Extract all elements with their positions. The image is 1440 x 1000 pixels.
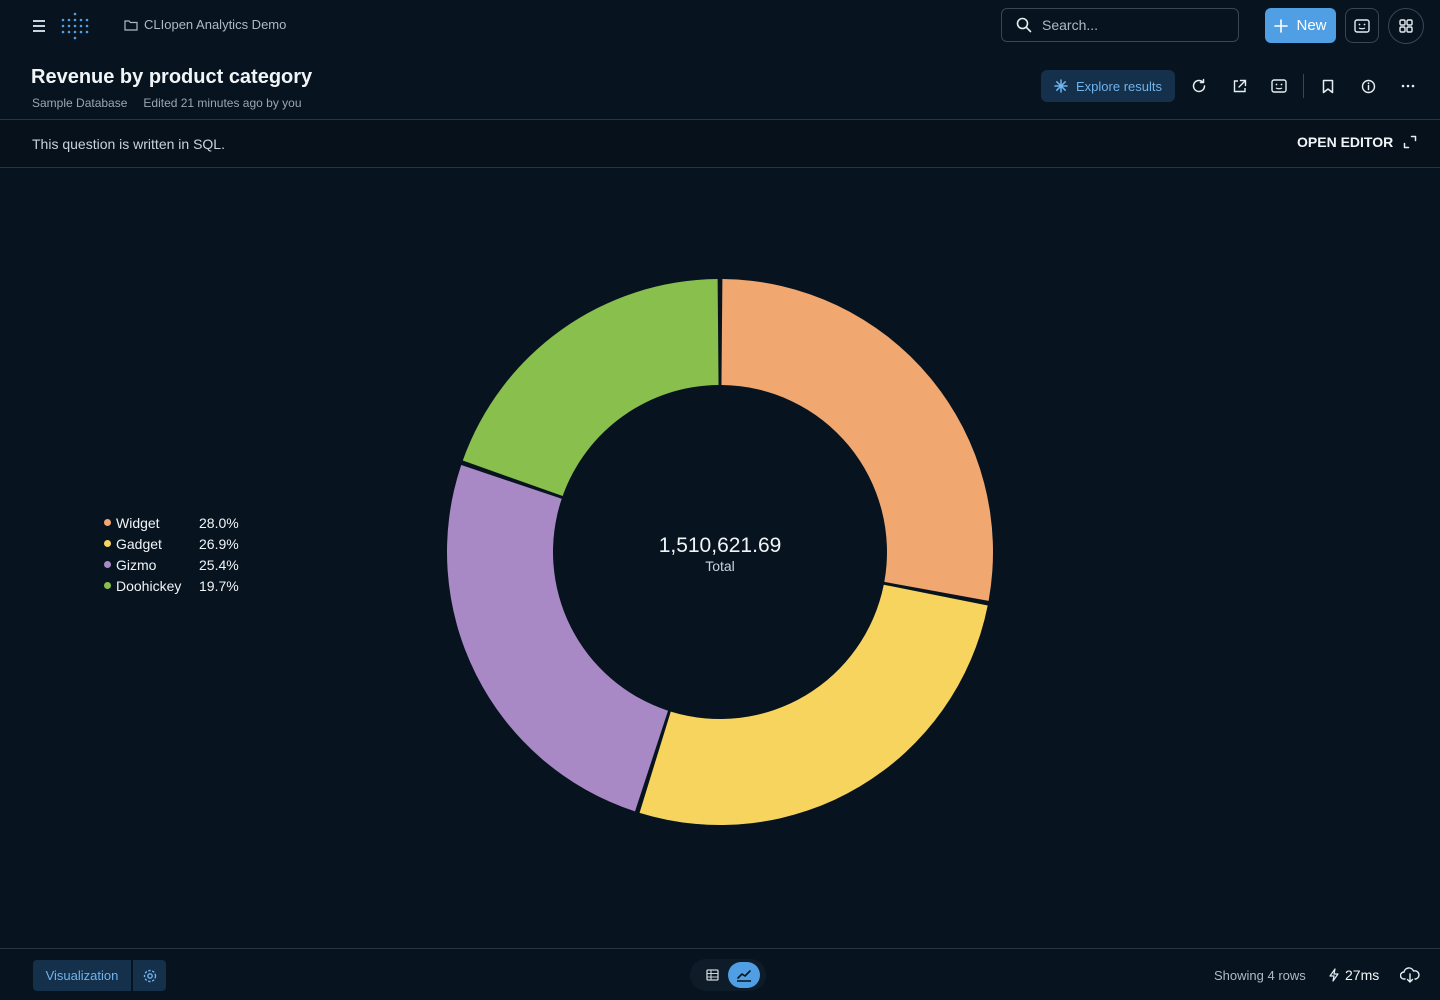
donut-slice-gizmo[interactable] bbox=[446, 465, 669, 812]
legend-percent: 28.0% bbox=[199, 514, 239, 531]
legend-item[interactable]: Doohickey 19.7% bbox=[104, 575, 239, 596]
embed-button[interactable] bbox=[1269, 76, 1289, 96]
sparkle-icon bbox=[1054, 79, 1068, 93]
legend-percent: 26.9% bbox=[199, 535, 239, 552]
legend-label: Gizmo bbox=[116, 556, 157, 573]
total-label: Total bbox=[705, 558, 735, 574]
legend-percent: 25.4% bbox=[199, 556, 239, 573]
donut-chart: 1,510,621.69 Total bbox=[446, 279, 993, 825]
ellipsis-icon bbox=[1401, 84, 1415, 88]
new-button[interactable]: New bbox=[1265, 8, 1336, 43]
visualization-label: Visualization bbox=[45, 968, 119, 983]
sql-notice: This question is written in SQL. bbox=[32, 136, 225, 152]
legend-dot bbox=[104, 582, 111, 589]
legend-label: Doohickey bbox=[116, 577, 182, 594]
visualization-button[interactable]: Visualization bbox=[33, 960, 131, 991]
collection-breadcrumb[interactable]: CLIopen Analytics Demo bbox=[124, 17, 286, 32]
more-options-button[interactable] bbox=[1398, 76, 1418, 96]
search-input[interactable] bbox=[1040, 16, 1224, 34]
page-title[interactable]: Revenue by product category bbox=[31, 66, 312, 89]
share-icon bbox=[1233, 79, 1246, 92]
grid-icon bbox=[1399, 19, 1413, 33]
open-editor-button[interactable]: OPEN EDITOR bbox=[1297, 134, 1417, 150]
legend-item[interactable]: Widget 28.0% bbox=[104, 512, 239, 533]
legend-item[interactable]: Gizmo 25.4% bbox=[104, 554, 239, 575]
search-box[interactable] bbox=[1001, 8, 1239, 42]
embed-menu-button[interactable] bbox=[1345, 8, 1379, 43]
sidebar-toggle-icon[interactable] bbox=[29, 16, 49, 36]
footer-bar: Visualization Showing 4 rows 27ms bbox=[0, 948, 1440, 1000]
info-icon bbox=[1361, 79, 1375, 93]
refresh-icon bbox=[1192, 78, 1206, 93]
chart-legend: Widget 28.0% Gadget 26.9% Gizmo 25.4% Do… bbox=[104, 512, 239, 596]
question-metadata: Sample Database Edited 21 minutes ago by… bbox=[32, 96, 302, 110]
collection-name: CLIopen Analytics Demo bbox=[144, 17, 287, 32]
legend-dot bbox=[104, 540, 111, 547]
app-logo-icon[interactable] bbox=[60, 11, 90, 41]
toolbar-divider bbox=[1303, 74, 1304, 98]
legend-percent: 19.7% bbox=[199, 577, 239, 594]
legend-label: Gadget bbox=[116, 535, 162, 552]
legend-label: Widget bbox=[116, 514, 160, 531]
table-icon bbox=[705, 969, 719, 981]
embed-icon bbox=[1354, 18, 1370, 33]
row-count: Showing 4 rows bbox=[1214, 968, 1306, 983]
legend-item[interactable]: Gadget 26.9% bbox=[104, 533, 239, 554]
timing-value: 27ms bbox=[1345, 967, 1380, 983]
top-navigation-bar: CLIopen Analytics Demo New bbox=[0, 0, 1440, 52]
database-name[interactable]: Sample Database bbox=[32, 96, 127, 110]
total-value: 1,510,621.69 bbox=[659, 534, 782, 557]
search-icon bbox=[1016, 17, 1032, 33]
explore-results-label: Explore results bbox=[1076, 78, 1162, 94]
new-button-label: New bbox=[1296, 17, 1327, 34]
download-icon[interactable] bbox=[1400, 966, 1420, 984]
embed-icon bbox=[1271, 79, 1287, 93]
donut-slice-doohickey[interactable] bbox=[462, 279, 719, 497]
refresh-button[interactable] bbox=[1189, 76, 1209, 96]
explore-results-button[interactable]: Explore results bbox=[1041, 70, 1175, 102]
open-editor-label: OPEN EDITOR bbox=[1297, 134, 1394, 150]
view-toggle bbox=[690, 959, 766, 991]
table-view-toggle[interactable] bbox=[698, 965, 726, 985]
legend-dot bbox=[104, 561, 111, 568]
last-edited-info[interactable]: Edited 21 minutes ago by you bbox=[143, 96, 301, 110]
folder-icon bbox=[124, 19, 138, 31]
query-timing: 27ms bbox=[1328, 967, 1379, 983]
visualization-settings-button[interactable] bbox=[133, 960, 166, 991]
info-button[interactable] bbox=[1358, 76, 1378, 96]
bookmark-icon bbox=[1322, 79, 1334, 93]
legend-dot bbox=[104, 519, 111, 526]
native-query-bar: This question is written in SQL. OPEN ED… bbox=[0, 119, 1440, 168]
gear-icon bbox=[143, 969, 156, 982]
share-button[interactable] bbox=[1229, 76, 1249, 96]
lightning-icon bbox=[1329, 968, 1339, 982]
line-chart-icon bbox=[737, 970, 751, 982]
plus-icon bbox=[1274, 18, 1289, 33]
chart-view-toggle[interactable] bbox=[728, 962, 760, 988]
expand-icon bbox=[1403, 135, 1417, 149]
bookmark-button[interactable] bbox=[1318, 76, 1338, 96]
apps-button[interactable] bbox=[1388, 8, 1424, 44]
donut-slice-gadget[interactable] bbox=[639, 584, 988, 825]
